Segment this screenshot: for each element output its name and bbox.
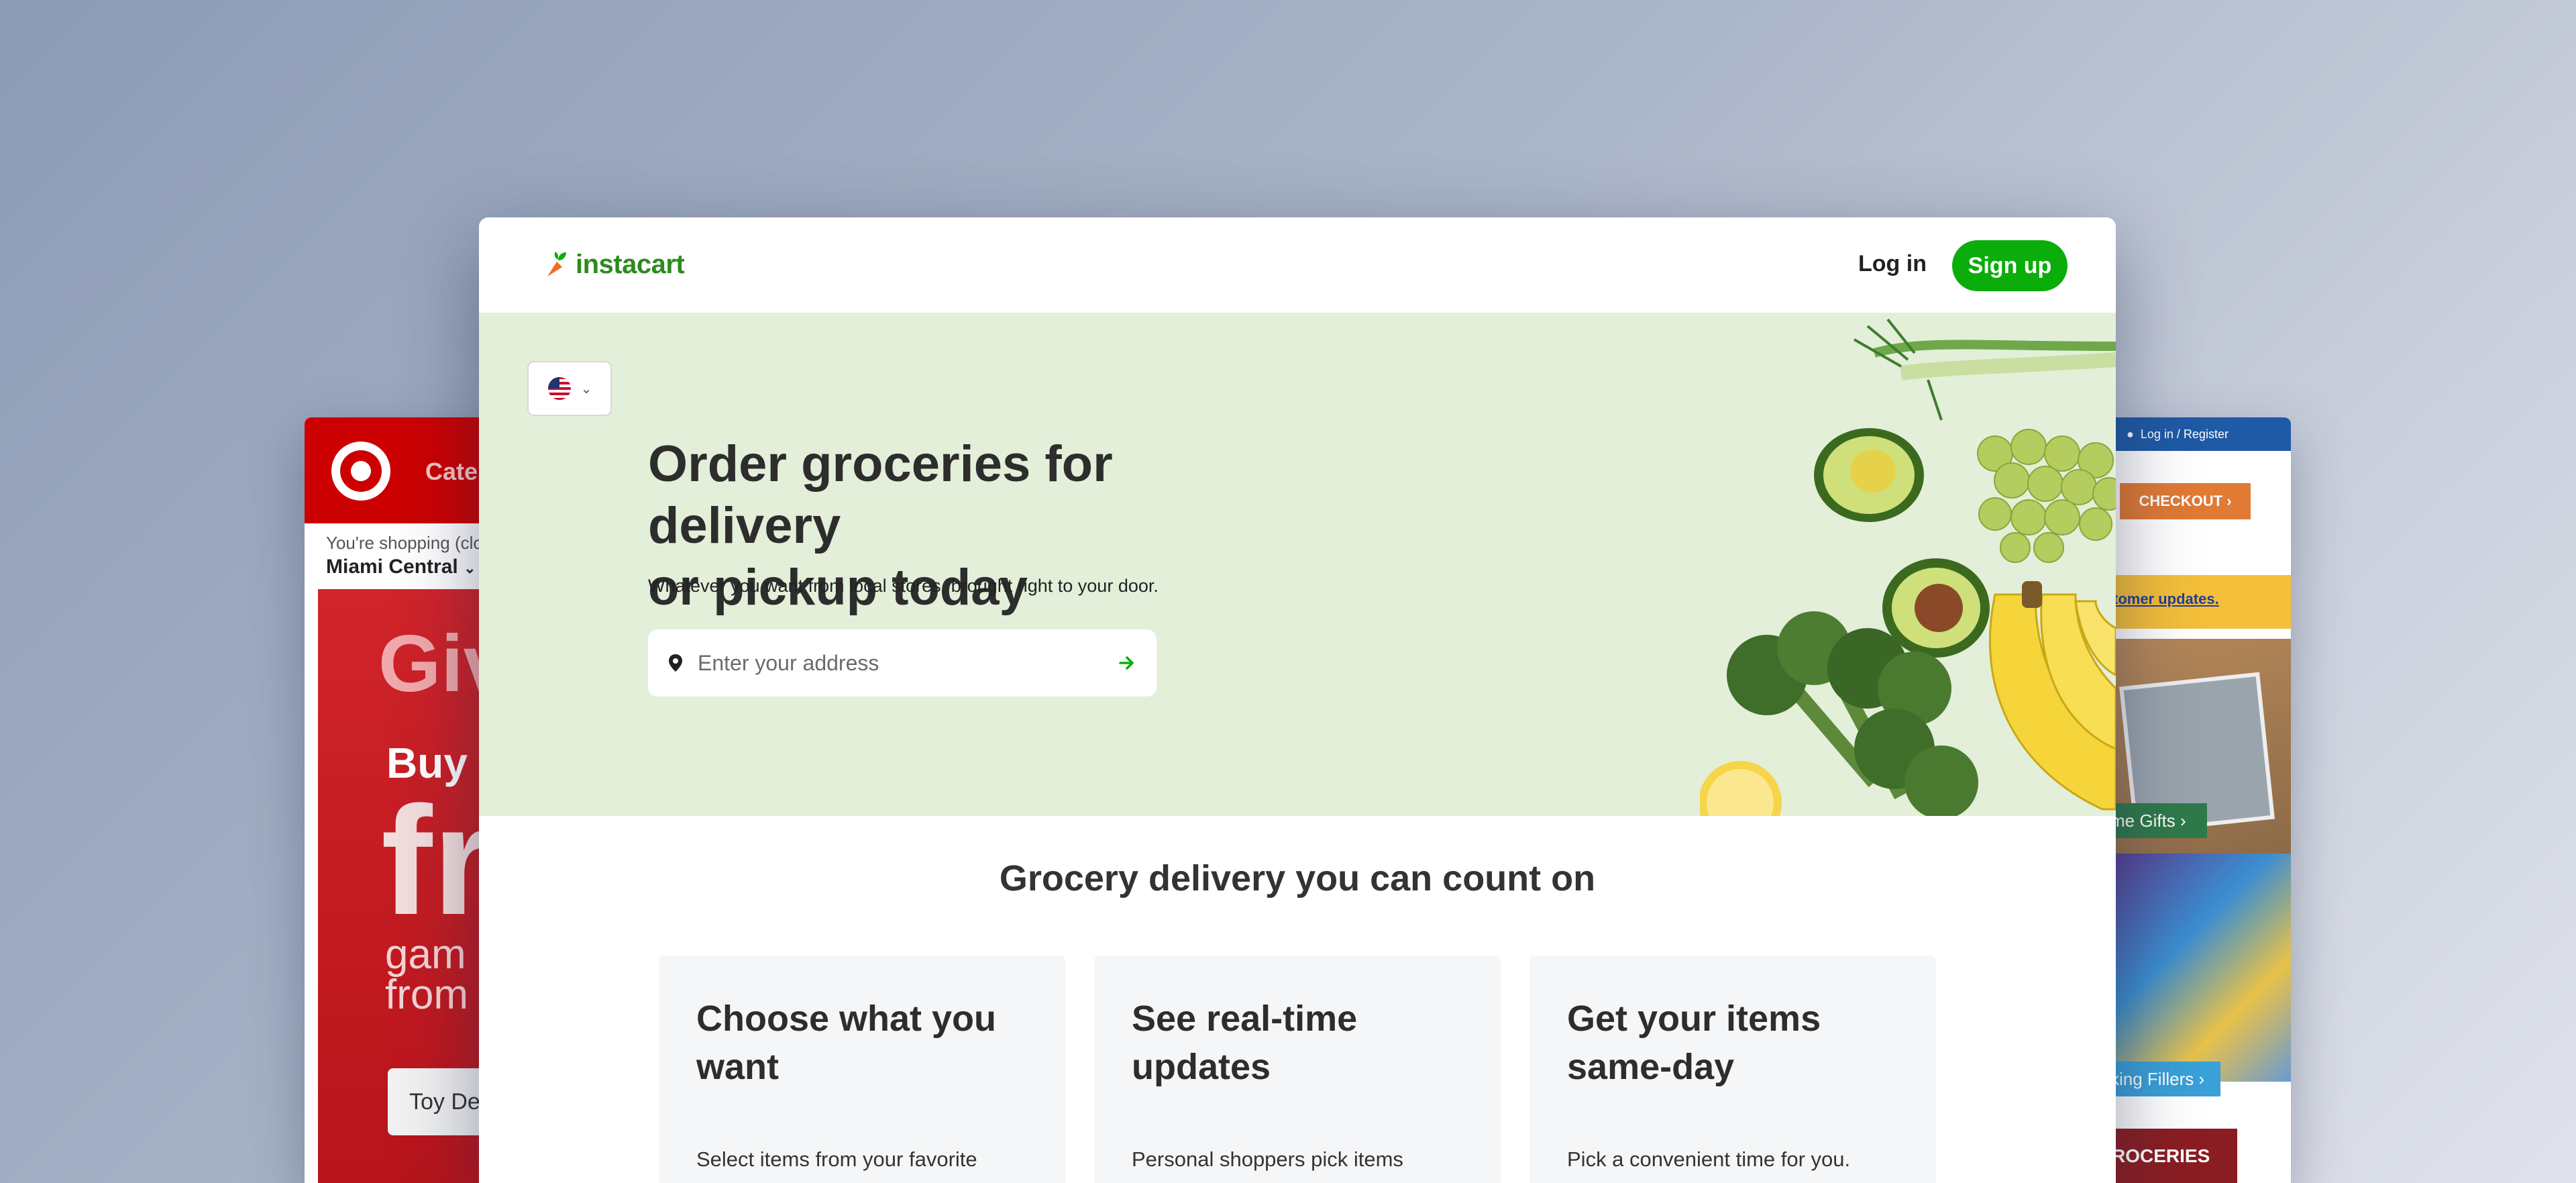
target-logo-icon (331, 442, 390, 501)
avocado-image (1814, 428, 1924, 522)
feature-title: See real-time updates (1132, 998, 1358, 1087)
chevron-right-icon: › (2194, 1068, 2205, 1089)
lemon-image (1700, 761, 1782, 816)
store-groceries-banner[interactable]: ROCERIES (2106, 1129, 2237, 1183)
feature-text: Pick a convenient time for you. (1567, 1147, 1851, 1171)
hero-section: ⌄ Order groceries for delivery or pickup… (479, 313, 2116, 816)
feature-title: Choose what you want (696, 998, 997, 1087)
store-books-image[interactable] (2106, 854, 2291, 1082)
signup-button[interactable]: Sign up (1952, 240, 2068, 291)
carrot-icon (547, 251, 566, 276)
brand-name: instacart (576, 250, 685, 279)
store-gifts-link[interactable]: me Gifts › (2106, 803, 2207, 838)
section-title: Grocery delivery you can count on (999, 858, 1596, 898)
target-store-selector[interactable]: Miami Central ⌄ (326, 556, 476, 578)
target-promo-line2: from (385, 972, 468, 1018)
instacart-header: instacart Log in Sign up (479, 217, 2116, 313)
feature-text: Personal shoppers pick items (1132, 1147, 1403, 1171)
store-fillers-link[interactable]: king Fillers › (2106, 1062, 2220, 1096)
instacart-window: instacart Log in Sign up ⌄ Order groceri… (479, 217, 2116, 1183)
store-login-link[interactable]: Log in / Register (2141, 427, 2229, 442)
store-gifts-label: me Gifts (2110, 810, 2176, 831)
background-store-window: ● Log in / Register CHECKOUT › tomer upd… (2106, 417, 2291, 1183)
feature-text: Select items from your favorite (696, 1147, 977, 1171)
feature-card-updates: See real-time updates Personal shoppers … (1094, 956, 1501, 1183)
target-store-name: Miami Central (326, 556, 458, 578)
target-shopping-note: You're shopping (clo (326, 533, 483, 553)
feature-card-choose: Choose what you want Select items from y… (659, 956, 1065, 1183)
target-promo-line1: gam (385, 931, 466, 978)
hero-title-line1: Order groceries for delivery (648, 435, 1113, 554)
store-checkout-button[interactable]: CHECKOUT › (2120, 483, 2251, 519)
chevron-right-icon: › (2222, 493, 2232, 509)
store-checkout-label: CHECKOUT (2139, 493, 2223, 509)
store-fillers-label: king Fillers (2110, 1068, 2194, 1089)
us-flag-icon (547, 377, 571, 400)
chevron-right-icon: › (2175, 810, 2186, 831)
user-icon: ● (2127, 427, 2134, 441)
instacart-logo[interactable]: instacart (543, 250, 685, 280)
target-promo-big: fr (381, 774, 493, 947)
arrow-right-icon[interactable] (1118, 655, 1136, 671)
feature-title: Get your items same-day (1567, 998, 1821, 1087)
produce-illustration (1700, 318, 2116, 816)
feature-card-same-day: Get your items same-day Pick a convenien… (1529, 956, 1936, 1183)
locale-selector[interactable]: ⌄ (527, 361, 612, 416)
fennel-image (1854, 318, 2116, 421)
login-link[interactable]: Log in (1858, 251, 1927, 277)
bananas-image (1989, 581, 2116, 811)
hero-subtitle: Whatever you want from local stores, bro… (648, 576, 1159, 596)
location-pin-icon (669, 654, 682, 672)
grapes-image (1977, 429, 2116, 563)
address-search[interactable] (648, 629, 1157, 697)
store-topbar: ● Log in / Register (2106, 417, 2291, 451)
chevron-down-icon: ⌄ (580, 381, 592, 397)
chevron-down-icon: ⌄ (464, 560, 476, 576)
target-nav-categories[interactable]: Cate (425, 458, 478, 486)
address-input[interactable] (698, 650, 1118, 676)
store-updates-link[interactable]: tomer updates. (2113, 590, 2219, 608)
